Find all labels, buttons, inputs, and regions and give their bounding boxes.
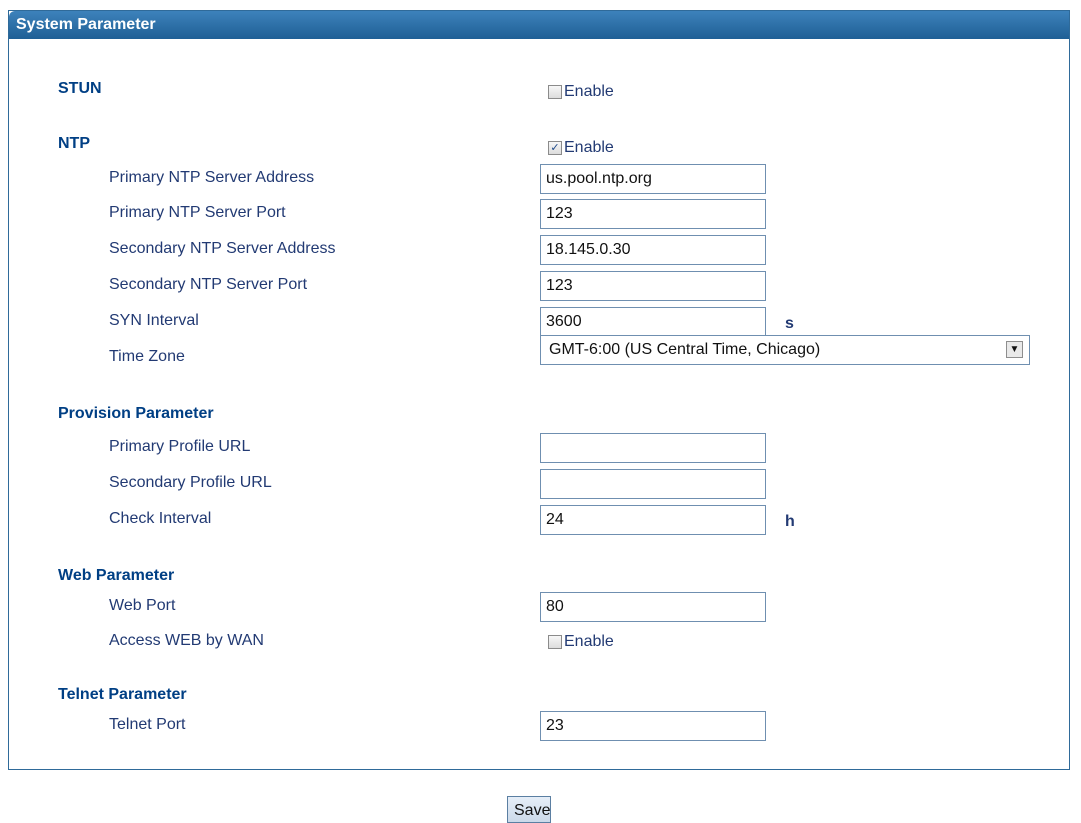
provision-section-title: Provision Parameter (58, 405, 214, 422)
web-port-input[interactable] (540, 592, 766, 622)
access-web-by-wan-enable-label: Enable (564, 633, 614, 650)
ntp-enable-option[interactable]: ✓ Enable (548, 138, 614, 158)
access-web-by-wan-option[interactable]: Enable (548, 632, 614, 652)
web-section-title: Web Parameter (58, 567, 175, 584)
primary-profile-url-label: Primary Profile URL (109, 438, 251, 455)
secondary-profile-url-label: Secondary Profile URL (109, 474, 272, 491)
secondary-ntp-address-label: Secondary NTP Server Address (109, 240, 336, 257)
web-port-label: Web Port (109, 597, 176, 614)
ntp-section-title: NTP (58, 135, 90, 152)
secondary-ntp-port-input[interactable] (540, 271, 766, 301)
syn-interval-unit: s (785, 315, 794, 332)
syn-interval-label: SYN Interval (109, 312, 199, 329)
primary-ntp-port-label: Primary NTP Server Port (109, 204, 286, 221)
primary-ntp-address-label: Primary NTP Server Address (109, 169, 315, 186)
time-zone-select[interactable]: GMT-6:00 (US Central Time, Chicago) ▼ (540, 335, 1030, 365)
stun-section-title: STUN (58, 80, 102, 97)
access-web-by-wan-checkbox[interactable] (548, 635, 562, 649)
primary-profile-url-input[interactable] (540, 433, 766, 463)
ntp-enable-label: Enable (564, 139, 614, 156)
check-interval-label: Check Interval (109, 510, 212, 527)
primary-ntp-port-input[interactable] (540, 199, 766, 229)
secondary-profile-url-input[interactable] (540, 469, 766, 499)
ntp-enable-checkbox[interactable]: ✓ (548, 141, 562, 155)
check-interval-unit: h (785, 513, 795, 530)
syn-interval-input[interactable] (540, 307, 766, 337)
check-interval-input[interactable] (540, 505, 766, 535)
secondary-ntp-port-label: Secondary NTP Server Port (109, 276, 308, 293)
telnet-section-title: Telnet Parameter (58, 686, 187, 703)
stun-enable-checkbox[interactable] (548, 85, 562, 99)
checkmark-icon: ✓ (550, 141, 560, 154)
telnet-port-label: Telnet Port (109, 716, 186, 733)
save-button[interactable]: Save (507, 796, 551, 823)
telnet-port-input[interactable] (540, 711, 766, 741)
stun-enable-label: Enable (564, 83, 614, 100)
secondary-ntp-address-input[interactable] (540, 235, 766, 265)
access-web-by-wan-label: Access WEB by WAN (109, 632, 264, 649)
time-zone-selected-value: GMT-6:00 (US Central Time, Chicago) (549, 341, 821, 358)
system-parameter-panel: System Parameter (8, 10, 1070, 770)
stun-enable-option[interactable]: Enable (548, 82, 614, 102)
chevron-down-icon[interactable]: ▼ (1006, 341, 1023, 358)
primary-ntp-address-input[interactable] (540, 164, 766, 194)
time-zone-label: Time Zone (109, 348, 185, 365)
panel-title: System Parameter (9, 11, 1069, 39)
